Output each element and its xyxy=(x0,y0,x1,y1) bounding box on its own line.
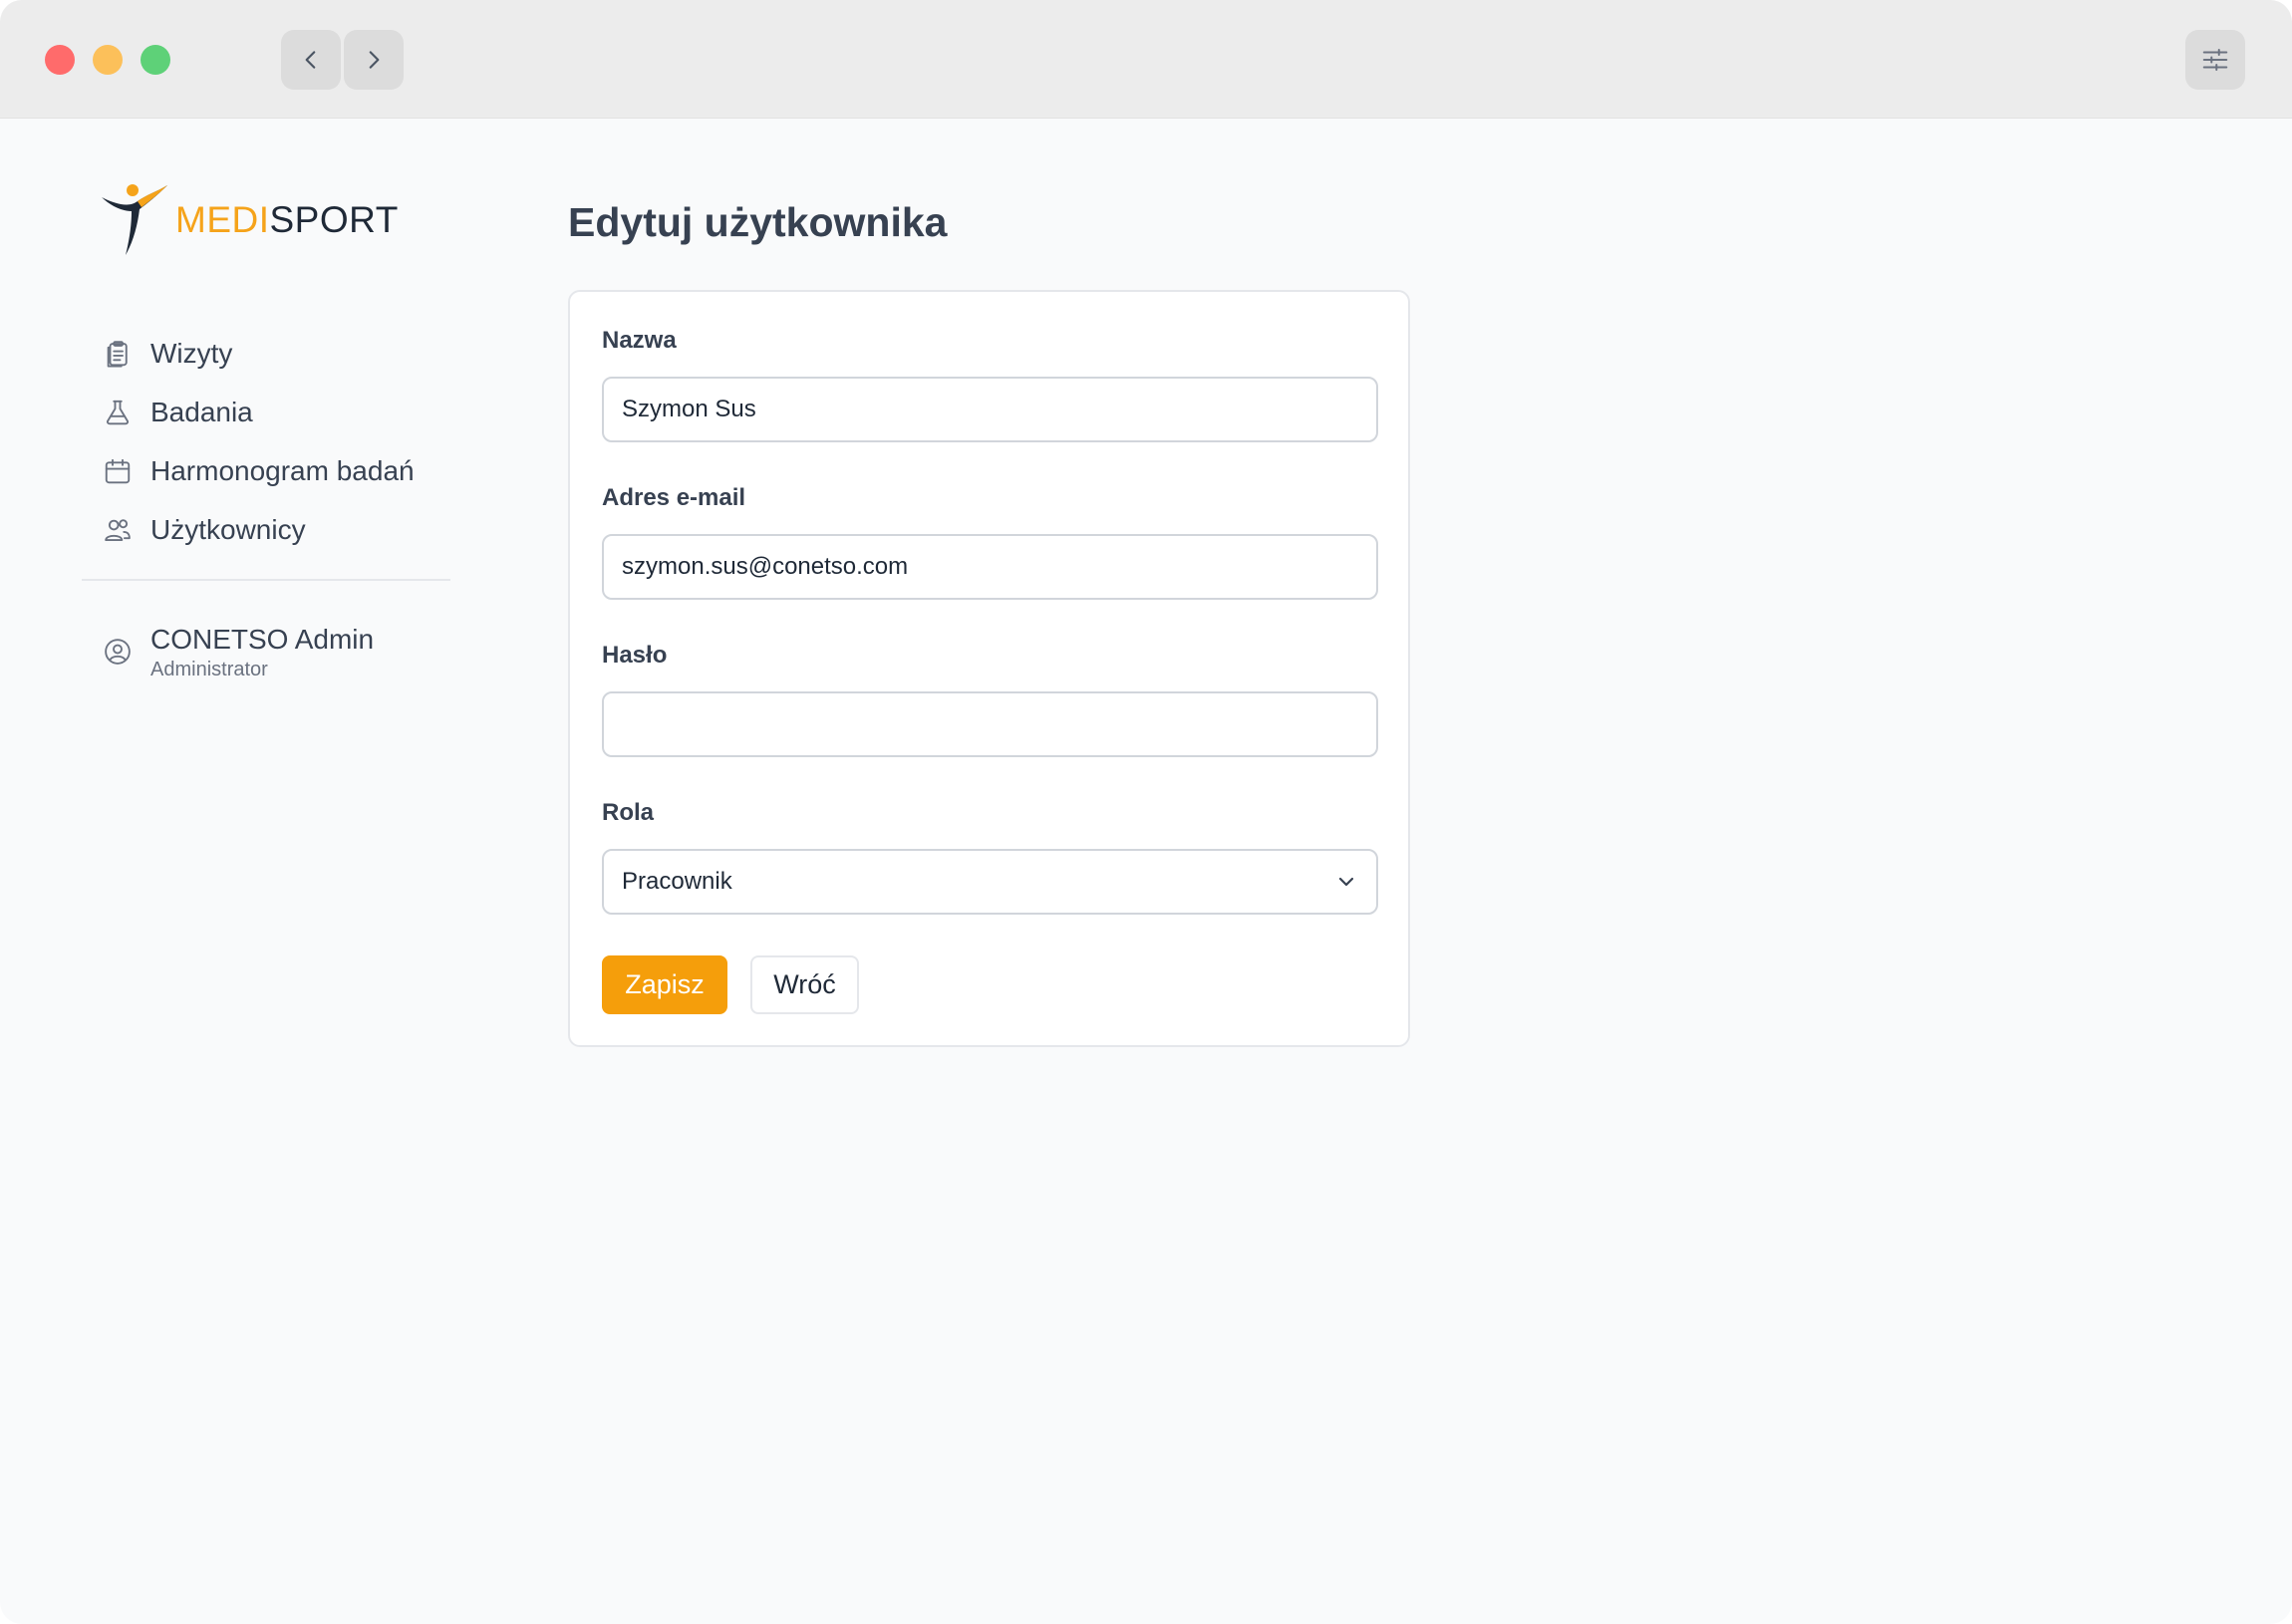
sidebar-item-wizyty[interactable]: Wizyty xyxy=(100,325,415,383)
minimize-window-button[interactable] xyxy=(93,45,123,75)
back-button[interactable] xyxy=(281,30,341,90)
current-user[interactable]: CONETSO Admin Administrator xyxy=(100,622,374,681)
email-label: Adres e-mail xyxy=(602,484,746,511)
users-icon xyxy=(100,512,136,548)
role-select[interactable]: Pracownik xyxy=(602,849,1378,915)
save-button[interactable]: Zapisz xyxy=(602,955,727,1014)
settings-button[interactable] xyxy=(2185,30,2245,90)
user-info: CONETSO Admin Administrator xyxy=(150,622,374,681)
back-link-button[interactable]: Wróć xyxy=(750,955,859,1014)
page-title: Edytuj użytkownika xyxy=(568,199,948,245)
sidebar-nav: Wizyty Badania Harmonogram badań Użytkow… xyxy=(100,325,415,560)
sidebar-item-harmonogram-badan[interactable]: Harmonogram badań xyxy=(100,442,415,500)
sliders-icon xyxy=(2202,49,2228,71)
role-label: Rola xyxy=(602,799,655,826)
sidebar-item-uzytkownicy[interactable]: Użytkownicy xyxy=(100,501,415,559)
user-name: CONETSO Admin xyxy=(150,624,375,655)
password-label: Hasło xyxy=(602,642,668,669)
user-role: Administrator xyxy=(150,659,268,680)
brand-name-part2: SPORT xyxy=(269,199,399,240)
medisport-logo[interactable]: MEDISPORT xyxy=(100,181,399,259)
medisport-logo-icon xyxy=(102,184,167,255)
name-label: Nazwa xyxy=(602,327,677,354)
brand-name: MEDISPORT xyxy=(175,199,399,241)
sidebar-item-badania[interactable]: Badania xyxy=(100,384,415,441)
browser-window: MEDISPORT Wizyty Badania Harmonogram bad… xyxy=(0,0,2292,1624)
role-select-value: Pracownik xyxy=(602,849,1378,915)
brand-name-part1: MEDI xyxy=(175,199,270,240)
calendar-icon xyxy=(100,453,136,489)
chevron-left-icon xyxy=(305,51,316,69)
flask-icon xyxy=(100,395,136,430)
email-input[interactable] xyxy=(602,534,1378,600)
edit-user-form: Nazwa Adres e-mail Hasło Rola Pracownik … xyxy=(568,290,1410,1047)
sidebar-item-label: Użytkownicy xyxy=(150,514,306,545)
sidebar-item-label: Badania xyxy=(150,397,253,427)
close-window-button[interactable] xyxy=(45,45,75,75)
chevron-right-icon xyxy=(369,51,380,69)
sidebar-item-label: Wizyty xyxy=(150,338,233,369)
sidebar-item-label: Harmonogram badań xyxy=(150,455,415,486)
maximize-window-button[interactable] xyxy=(141,45,170,75)
clipboard-icon xyxy=(100,336,136,372)
password-input[interactable] xyxy=(602,691,1378,757)
forward-button[interactable] xyxy=(344,30,404,90)
chevron-down-icon xyxy=(1338,877,1354,887)
user-circle-icon xyxy=(100,634,136,670)
name-input[interactable] xyxy=(602,377,1378,442)
title-bar xyxy=(0,0,2292,119)
sidebar-divider xyxy=(82,579,450,581)
